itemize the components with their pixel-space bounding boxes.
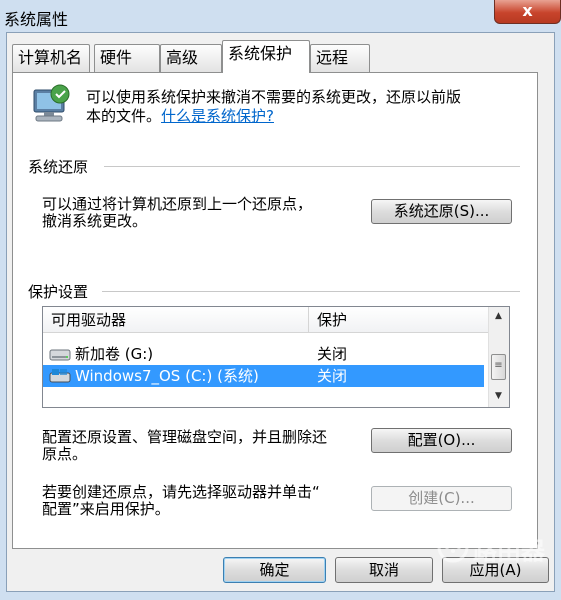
scroll-thumb[interactable]: ≡ <box>491 354 506 380</box>
tab-system-protection[interactable]: 系统保护 <box>222 40 310 73</box>
intro-text-line1: 可以使用系统保护来撤消不需要的系统更改，还原以前版 <box>86 88 462 106</box>
system-restore-divider <box>104 166 520 167</box>
tab-advanced[interactable]: 高级 <box>160 44 222 72</box>
what-is-system-protection-link[interactable]: 什么是系统保护? <box>161 107 274 125</box>
close-button[interactable]: x <box>494 0 561 24</box>
drive-list[interactable]: 可用驱动器 保护 新加卷 (G:) 关闭 Windows7_OS (C:) (系… <box>42 306 510 408</box>
restore-text-line2: 撤消系统更改。 <box>42 212 148 230</box>
protection-settings-divider <box>102 291 520 292</box>
drive-name: 新加卷 (G:) <box>75 345 154 363</box>
system-restore-header: 系统还原 <box>28 158 89 176</box>
tab-hardware[interactable]: 硬件 <box>94 44 160 72</box>
window-title: 系统属性 <box>4 10 69 29</box>
drive-name: Windows7_OS (C:) (系统) <box>75 367 259 385</box>
tab-remote[interactable]: 远程 <box>310 44 370 72</box>
title-bar: 系统属性 x <box>0 0 561 32</box>
system-protection-icon <box>33 84 70 122</box>
router-logo-icon <box>437 531 469 563</box>
scroll-up-arrow-icon[interactable]: ▲ <box>489 307 508 325</box>
cancel-button[interactable]: 取消 <box>335 557 433 583</box>
create-text-line2: 配置”来启用保护。 <box>42 500 170 518</box>
column-header-protection[interactable]: 保护 <box>309 307 489 333</box>
hard-drive-icon <box>49 349 71 361</box>
ok-button[interactable]: 确定 <box>223 557 326 583</box>
drive-protection-status: 关闭 <box>317 345 348 363</box>
configure-text-line2: 原点。 <box>42 445 88 463</box>
drive-row[interactable]: 新加卷 (G:) 关闭 <box>43 343 484 365</box>
protection-settings-header: 保护设置 <box>28 283 89 301</box>
create-button[interactable]: 创建(C)... <box>371 486 512 511</box>
tab-computer-name[interactable]: 计算机名 <box>12 44 90 72</box>
drive-row-selected[interactable]: Windows7_OS (C:) (系统) 关闭 <box>43 365 484 387</box>
system-drive-icon <box>49 369 71 383</box>
watermark: 路由器 <box>437 527 549 567</box>
configure-button[interactable]: 配置(O)... <box>371 428 512 453</box>
drive-list-scrollbar[interactable]: ▲ ≡ ▼ <box>488 307 509 407</box>
scroll-down-arrow-icon[interactable]: ▼ <box>489 387 508 405</box>
column-header-drives[interactable]: 可用驱动器 <box>43 307 309 333</box>
intro-text-prefix: 本的文件。 <box>86 107 162 125</box>
drive-protection-status: 关闭 <box>317 367 348 385</box>
intro-text-line2: 本的文件。什么是系统保护? <box>86 107 274 126</box>
watermark-text: 路由器 <box>473 537 545 565</box>
system-restore-button[interactable]: 系统还原(S)... <box>371 199 512 224</box>
system-properties-window: 系统属性 x 计算机名 硬件 高级 系统保护 远程 可以使用系统保护来撤消不需要… <box>0 0 561 600</box>
